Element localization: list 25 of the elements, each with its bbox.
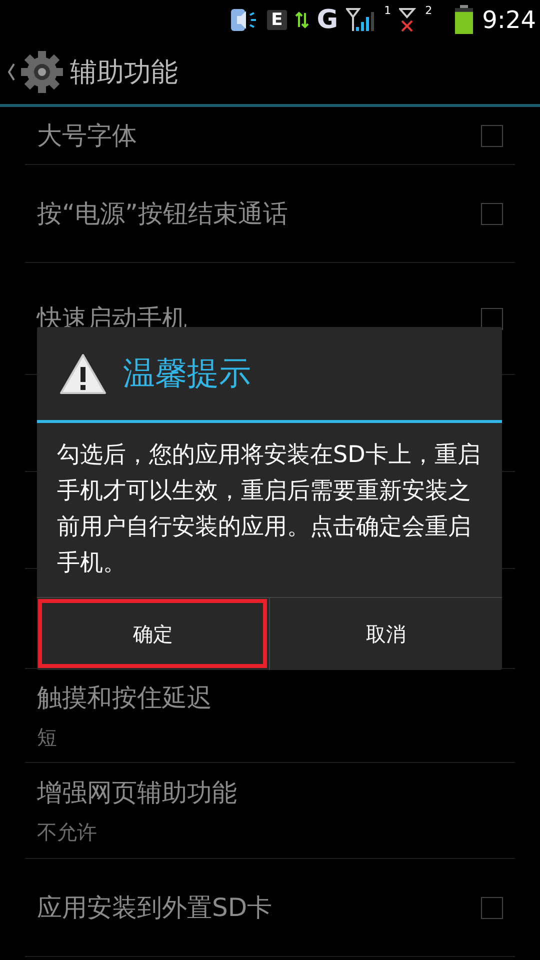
network-type-label: G <box>316 5 338 35</box>
dialog-title: 温馨提示 <box>123 352 251 394</box>
checkbox[interactable] <box>481 202 503 224</box>
setting-summary: 短 <box>37 724 58 750</box>
signal-icon <box>346 7 376 33</box>
screen-title: 辅助功能 <box>70 56 178 90</box>
dialog-button[interactable]: 取消 <box>269 598 502 670</box>
setting-title: 触摸和按住延迟 <box>37 682 212 714</box>
battery-icon <box>454 5 474 35</box>
sim-index: 1 <box>384 4 392 17</box>
dialog-message: 勾选后，您的应用将安装在SD卡上，重启手机才可以生效，重启后需要重新安装之前用户自行安装的应用。点击确定会重启手机。 <box>56 441 482 578</box>
setting-summary: 不允许 <box>37 818 98 846</box>
setting-title: 应用安装到外置SD卡 <box>37 892 272 924</box>
setting-title: 大号字体 <box>37 120 137 152</box>
checkbox[interactable] <box>481 124 503 146</box>
data-type-badge: E <box>267 10 287 30</box>
setting-title: 按“电源”按钮结束通话 <box>37 198 288 230</box>
clock: 9:24 <box>482 6 536 34</box>
sim-index: 2 <box>425 4 432 17</box>
dialog-button[interactable]: 确定 <box>37 598 269 670</box>
no-signal-icon <box>399 7 418 33</box>
data-arrows-icon <box>294 11 309 29</box>
checkbox[interactable] <box>481 896 503 918</box>
warning-icon <box>59 352 107 394</box>
setting-title: 增强网页辅助功能 <box>37 776 237 808</box>
